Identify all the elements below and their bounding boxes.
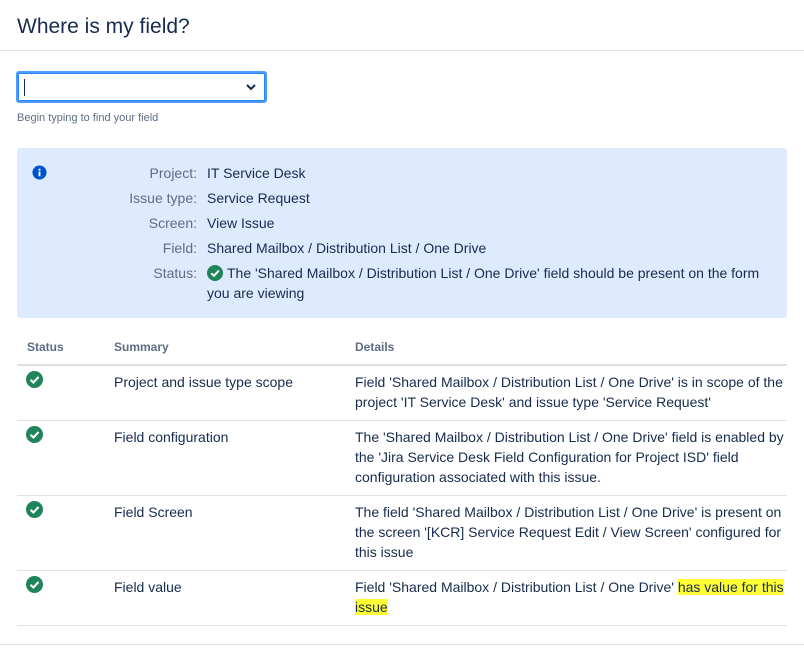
details-cell: The 'Shared Mailbox / Distribution List … xyxy=(345,420,787,496)
info-label: Screen: xyxy=(148,215,197,231)
column-header-summary: Summary xyxy=(104,330,345,366)
summary-cell: Project and issue type scope xyxy=(104,365,345,421)
page-header: Where is my field? xyxy=(0,0,804,51)
summary-cell: Field Screen xyxy=(104,495,345,571)
details-cell: Field 'Shared Mailbox / Distribution Lis… xyxy=(345,365,787,421)
status-cell xyxy=(17,365,104,421)
info-label: Status: xyxy=(153,265,197,281)
info-value: Shared Mailbox / Distribution List / One… xyxy=(207,240,487,256)
info-label: Issue type: xyxy=(129,190,197,206)
info-value: Service Request xyxy=(207,190,310,206)
divider xyxy=(0,644,804,645)
check-circle-icon xyxy=(26,426,43,443)
info-value: The 'Shared Mailbox / Distribution List … xyxy=(207,263,777,303)
table-row: Field Screen The field 'Shared Mailbox /… xyxy=(17,495,787,571)
results-table: Status Summary Details Project and issue… xyxy=(17,330,787,626)
chevron-down-icon[interactable] xyxy=(244,80,258,94)
column-header-status: Status xyxy=(17,330,104,366)
status-message: The 'Shared Mailbox / Distribution List … xyxy=(207,265,760,301)
check-circle-icon xyxy=(26,576,43,593)
table-row: Project and issue type scope Field 'Shar… xyxy=(17,365,787,421)
info-label: Field: xyxy=(162,240,197,256)
details-cell: Field 'Shared Mailbox / Distribution Lis… xyxy=(345,570,787,626)
status-cell xyxy=(17,495,104,571)
check-circle-icon xyxy=(26,501,43,518)
text-cursor xyxy=(24,79,25,96)
page-title: Where is my field? xyxy=(17,15,190,38)
details-cell: The field 'Shared Mailbox / Distribution… xyxy=(345,495,787,571)
status-cell xyxy=(17,570,104,626)
field-search-hint: Begin typing to find your field xyxy=(17,112,159,124)
check-circle-icon xyxy=(207,265,223,281)
info-panel: Project: IT Service Desk Issue type: Ser… xyxy=(17,148,787,318)
info-icon xyxy=(32,165,47,180)
check-circle-icon xyxy=(26,371,43,388)
info-value: IT Service Desk xyxy=(207,165,306,181)
column-header-details: Details xyxy=(345,330,787,366)
table-row: Field value Field 'Shared Mailbox / Dist… xyxy=(17,570,787,626)
table-row: Field configuration The 'Shared Mailbox … xyxy=(17,420,787,496)
details-text: Field 'Shared Mailbox / Distribution Lis… xyxy=(355,579,678,595)
info-label: Project: xyxy=(149,165,197,181)
summary-cell: Field value xyxy=(104,570,345,626)
field-search-select[interactable] xyxy=(16,71,267,103)
table-header-row: Status Summary Details xyxy=(17,330,787,366)
info-value: View Issue xyxy=(207,215,275,231)
summary-cell: Field configuration xyxy=(104,420,345,496)
status-cell xyxy=(17,420,104,496)
